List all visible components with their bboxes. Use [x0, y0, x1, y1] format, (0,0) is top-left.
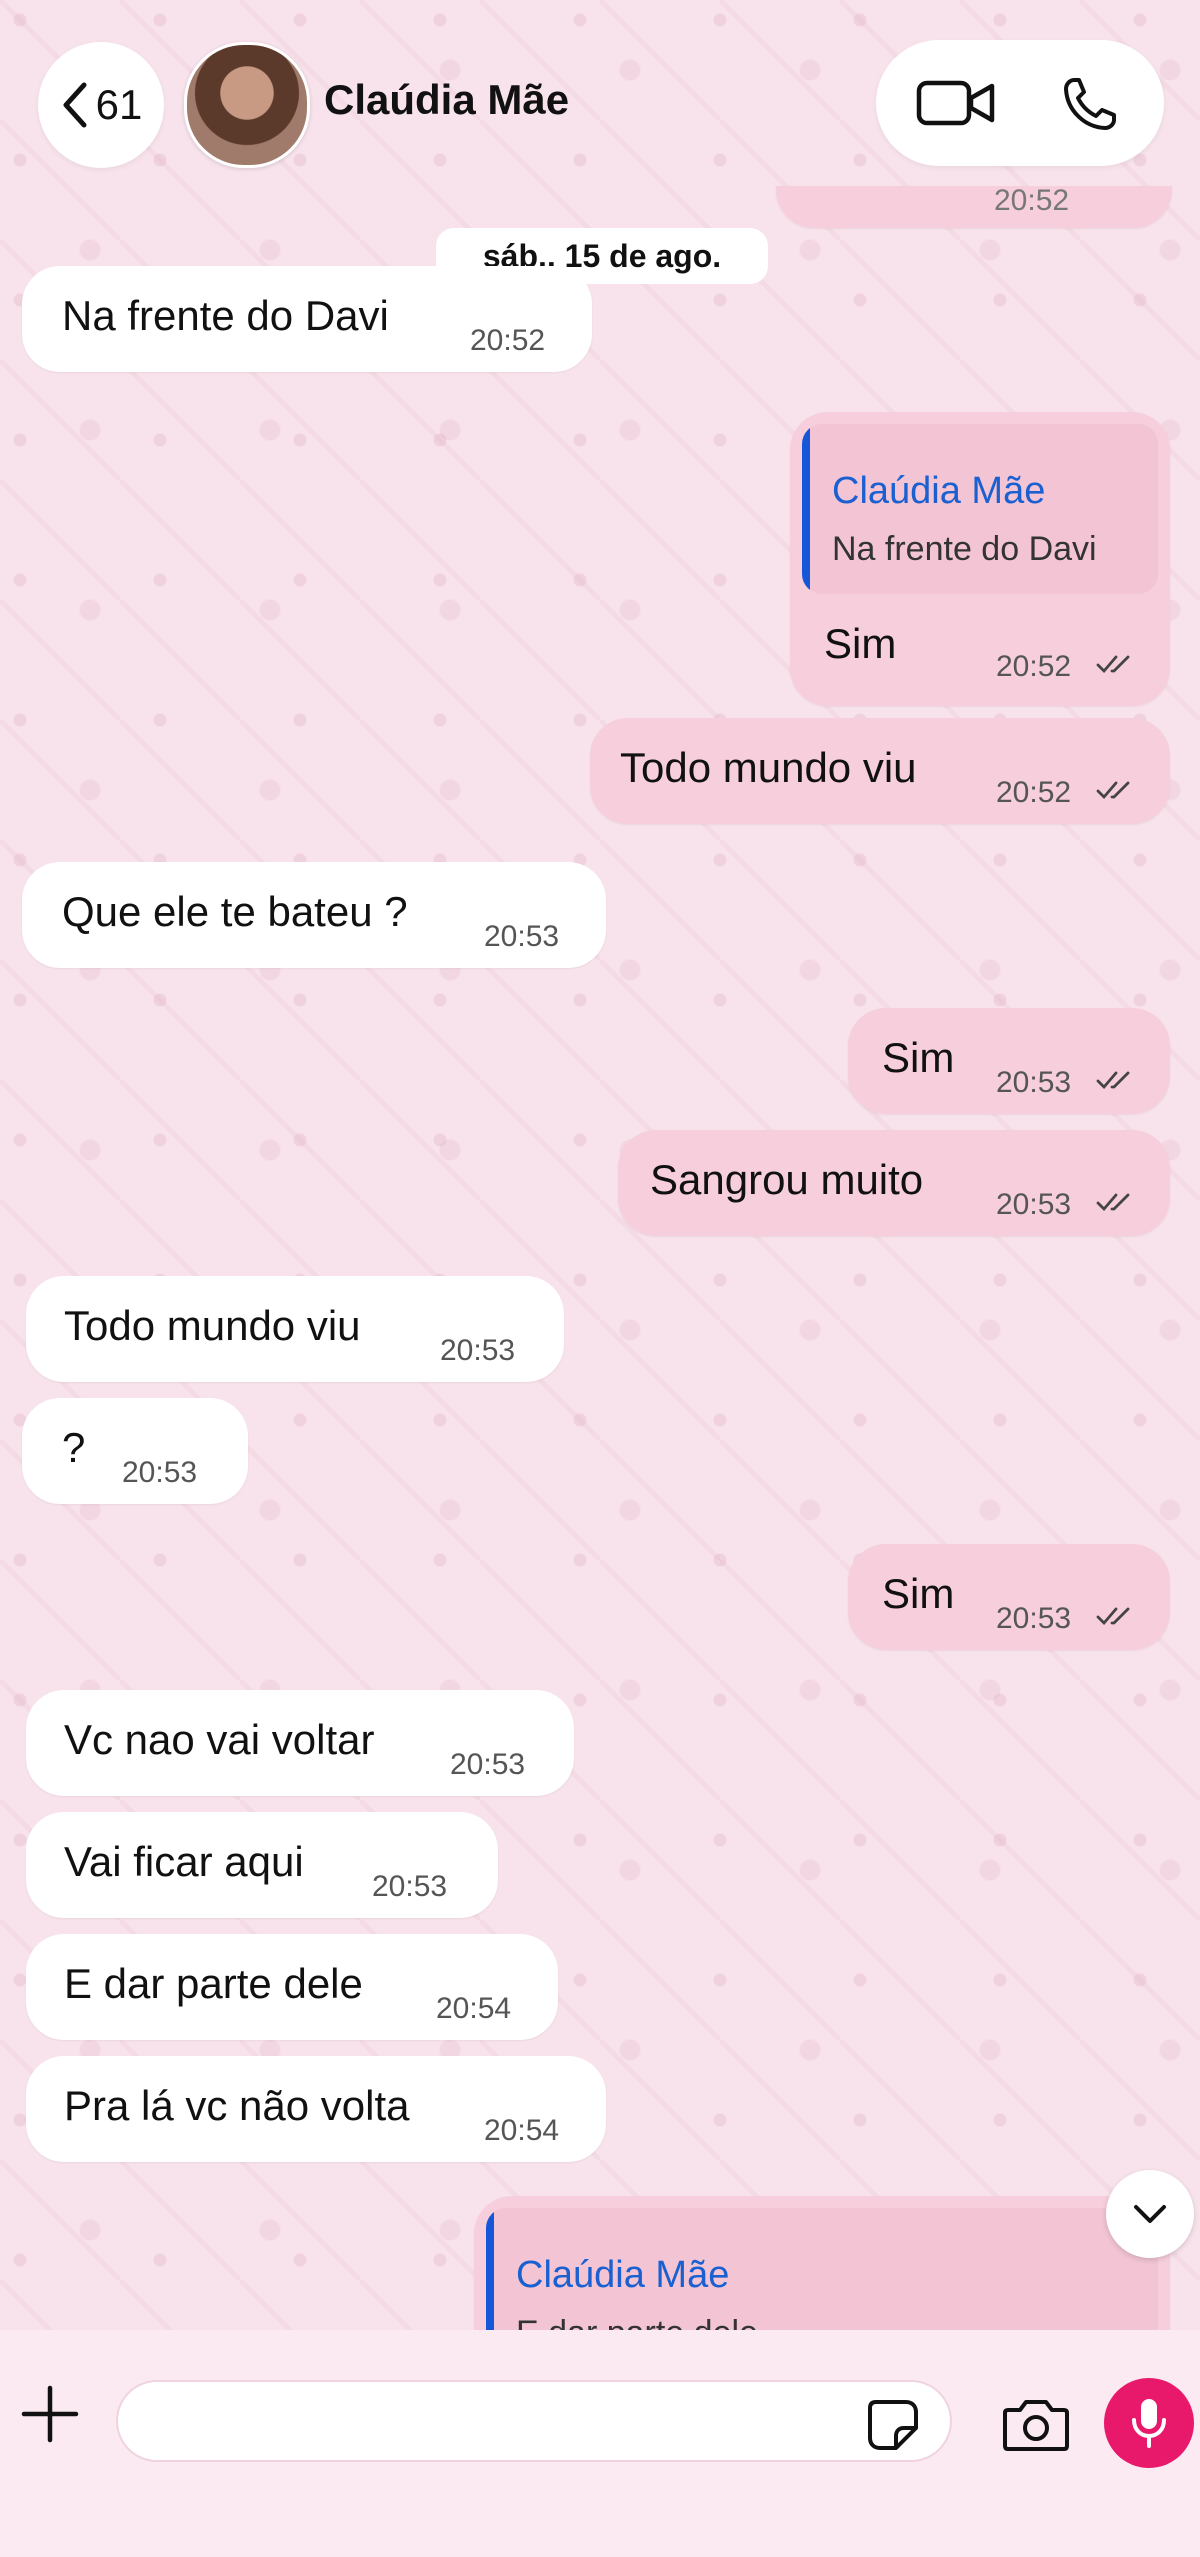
- message-text: Pra lá vc não volta: [64, 2082, 410, 2129]
- message-text: Sim: [882, 1034, 955, 1081]
- message-time: 20:53: [450, 1748, 526, 1781]
- message-time: 20:54: [436, 1992, 512, 2025]
- message-time: 20:52: [996, 776, 1072, 809]
- reply-quote-bar: [486, 2208, 494, 2330]
- message-bubble-incoming[interactable]: Na frente do Davi 20:52: [22, 266, 592, 372]
- reply-quote-bar: [802, 424, 810, 594]
- reply-quote-name: Claúdia Mãe: [516, 2254, 730, 2296]
- message-text: Que ele te bateu ?: [62, 888, 408, 935]
- message-text: Vai ficar aqui: [64, 1838, 304, 1885]
- message-time: 20:52: [994, 184, 1070, 217]
- phone-icon[interactable]: [1060, 74, 1120, 134]
- message-time: 20:52: [996, 650, 1072, 683]
- reply-quote-name: Claúdia Mãe: [832, 470, 1046, 512]
- message-bubble-outgoing[interactable]: Sim 20:53: [848, 1008, 1170, 1114]
- message-text: Todo mundo viu: [620, 744, 917, 791]
- message-time: 20:54: [484, 2114, 560, 2147]
- message-time: 20:53: [484, 920, 560, 953]
- message-composer: [0, 2330, 1200, 2557]
- message-bubble-outgoing[interactable]: Claúdia Mãe Na frente do Davi Sim 20:52: [790, 412, 1170, 706]
- chevron-down-icon: [1134, 2205, 1166, 2223]
- message-bubble-partial[interactable]: 20:52: [776, 184, 1172, 228]
- double-check-icon: [1096, 1193, 1130, 1212]
- message-text: Sim: [882, 1570, 955, 1617]
- video-call-icon[interactable]: [916, 78, 996, 128]
- message-text: E dar parte dele: [64, 1960, 363, 2007]
- reply-quote-text: E dar parte dele: [516, 2314, 758, 2330]
- message-bubble-incoming[interactable]: ? 20:53: [22, 1398, 248, 1504]
- microphone-button[interactable]: [1104, 2378, 1194, 2468]
- message-bubble-incoming[interactable]: E dar parte dele 20:54: [26, 1934, 558, 2040]
- call-actions: [876, 40, 1164, 166]
- message-input[interactable]: [116, 2380, 952, 2462]
- message-bubble-incoming[interactable]: Vc nao vai voltar 20:53: [26, 1690, 574, 1796]
- avatar[interactable]: [184, 42, 310, 168]
- double-check-icon: [1096, 1607, 1130, 1626]
- message-text: Sangrou muito: [650, 1156, 924, 1203]
- chat-header: 61 Claúdia Mãe: [0, 0, 1200, 200]
- message-bubble-outgoing[interactable]: Sim 20:53: [848, 1544, 1170, 1650]
- message-bubble-outgoing[interactable]: Sangrou muito 20:53: [618, 1130, 1170, 1236]
- message-text: Na frente do Davi: [62, 292, 389, 339]
- microphone-icon: [1132, 2399, 1166, 2448]
- unread-count: 61: [95, 81, 143, 128]
- message-text: Sim: [824, 620, 897, 667]
- message-bubble-incoming[interactable]: Que ele te bateu ? 20:53: [22, 862, 606, 968]
- chevron-left-icon: [63, 82, 87, 128]
- message-bubble-outgoing[interactable]: Todo mundo viu 20:52: [590, 718, 1170, 824]
- message-bubble-incoming[interactable]: Todo mundo viu 20:53: [26, 1276, 564, 1382]
- message-text: Todo mundo viu: [64, 1302, 361, 1349]
- message-time: 20:53: [996, 1188, 1072, 1221]
- scroll-to-bottom-button[interactable]: [1106, 2170, 1194, 2258]
- plus-icon[interactable]: [18, 2382, 82, 2446]
- back-button[interactable]: 61: [38, 42, 164, 168]
- contact-name[interactable]: Claúdia Mãe: [324, 76, 569, 124]
- message-text: ?: [62, 1424, 86, 1471]
- message-bubble-incoming[interactable]: Pra lá vc não volta 20:54: [26, 2056, 606, 2162]
- message-time: 20:53: [996, 1602, 1072, 1635]
- message-time: 20:53: [996, 1066, 1072, 1099]
- sticker-icon[interactable]: [866, 2398, 920, 2452]
- message-time: 20:53: [372, 1870, 448, 1903]
- message-bubble-outgoing[interactable]: Claúdia Mãe E dar parte dele: [474, 2196, 1170, 2330]
- reply-quote[interactable]: Claúdia Mãe Na frente do Davi: [802, 424, 1158, 594]
- double-check-icon: [1096, 1071, 1130, 1090]
- message-time: 20:52: [470, 324, 546, 357]
- message-text: Vc nao vai voltar: [64, 1716, 375, 1763]
- message-time: 20:53: [122, 1456, 198, 1489]
- double-check-icon: [1096, 655, 1130, 674]
- reply-quote-text: Na frente do Davi: [832, 530, 1097, 568]
- reply-quote[interactable]: Claúdia Mãe E dar parte dele: [486, 2208, 1158, 2330]
- message-time: 20:53: [440, 1334, 516, 1367]
- camera-icon[interactable]: [1002, 2396, 1070, 2452]
- double-check-icon: [1096, 781, 1130, 800]
- message-bubble-incoming[interactable]: Vai ficar aqui 20:53: [26, 1812, 498, 1918]
